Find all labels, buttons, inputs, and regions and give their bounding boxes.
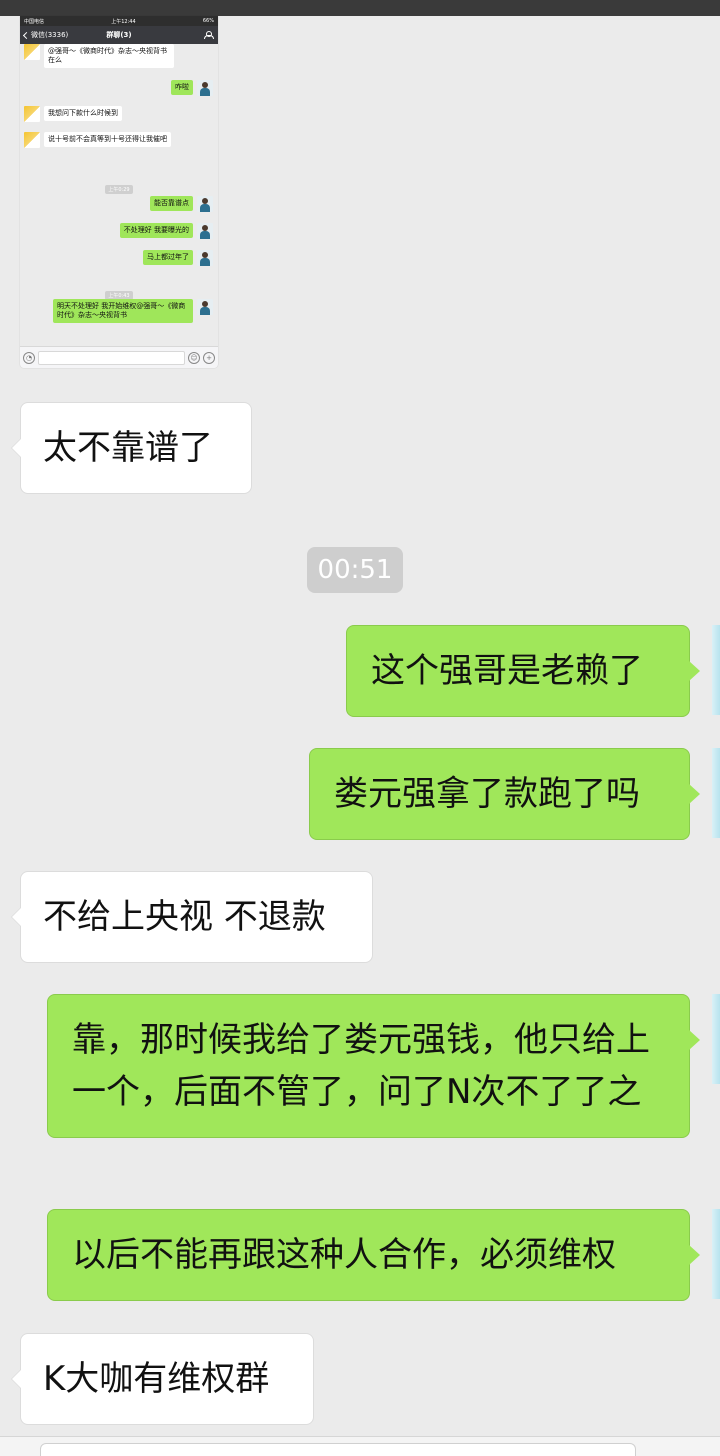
embedded-text-field [38,350,185,365]
embedded-screenshot-image[interactable]: 中国电信 上午12:44 66% 微信(3336) 群聊(3) @强哥～《微商时… [20,16,218,368]
message-input[interactable] [40,1443,636,1456]
embedded-message-text: @强哥～《微商时代》杂志～央视背书 在么 [44,44,174,68]
embedded-message: 能否靠谱点 [150,196,213,212]
message-text: 靠，那时候我给了娄元强钱，他只给上一个，后面不管了，问了N次不了了之 [72,1020,650,1112]
avatar [197,196,213,212]
embedded-timestamp: 上午0:29 [20,176,218,195]
embedded-message: 明天不处理好 我开始维权@强哥～《微商时代》杂志～央视背书 [53,299,213,323]
message-text: 以后不能再跟这种人合作，必须维权 [72,1235,616,1275]
embedded-message: @强哥～《微商时代》杂志～央视背书 在么 [24,44,174,68]
message-text: 这个强哥是老赖了 [371,651,643,691]
embedded-message-text: 咋啦 [171,80,193,95]
avatar[interactable] [712,1209,720,1299]
avatar [24,132,40,148]
avatar [197,299,213,315]
sent-message[interactable]: 这个强哥是老赖了 [346,625,700,717]
avatar [24,44,40,60]
message-text: 太不靠谱了 [43,428,213,468]
avatar [197,80,213,96]
chat-input-bar [0,1436,720,1456]
embedded-message-text: 我想问下款什么时候到 [44,106,122,121]
sent-message[interactable]: 靠，那时候我给了娄元强钱，他只给上一个，后面不管了，问了N次不了了之 [47,994,700,1138]
received-message[interactable]: K大咖有维权群 [11,1333,314,1425]
message-text: 不给上央视 不退款 [43,897,326,937]
embedded-message: 我想问下款什么时候到 [24,106,122,122]
embedded-back-button: 微信(3336) [22,30,69,40]
message-text: 娄元强拿了款跑了吗 [334,774,640,814]
emoji-icon: ☺ [188,351,200,364]
plus-icon: + [203,351,215,364]
sent-message[interactable]: 娄元强拿了款跑了吗 [309,748,700,840]
avatar [24,106,40,122]
embedded-message: 说十号前不会真等到十号还得让我催吧 [24,132,186,148]
embedded-nav-bar: 微信(3336) 群聊(3) [20,26,218,44]
embedded-message-text: 说十号前不会真等到十号还得让我催吧 [44,132,171,147]
voice-icon: ◔ [23,351,35,364]
embedded-message: 马上都过年了 [143,250,213,266]
top-status-strip [0,0,720,16]
embedded-message-text: 能否靠谱点 [150,196,193,211]
received-message[interactable]: 太不靠谱了 [11,402,252,494]
back-label: 微信(3336) [31,31,69,39]
embedded-message: 咋啦 [171,80,213,96]
chevron-left-icon [22,31,31,39]
message-text: K大咖有维权群 [43,1359,270,1399]
embedded-message: 不处理好 我要曝光的 [119,223,213,239]
clock-label: 上午12:44 [111,18,136,25]
embedded-message-text: 不处理好 我要曝光的 [119,223,193,238]
group-members-icon [204,31,214,39]
avatar [197,223,213,239]
embedded-message-text: 明天不处理好 我开始维权@强哥～《微商时代》杂志～央视背书 [53,299,193,323]
embedded-status-bar: 中国电信 上午12:44 66% [20,16,218,26]
received-message[interactable]: 不给上央视 不退款 [11,871,373,963]
embedded-input-bar: ◔ ☺ + [20,346,218,368]
carrier-label: 中国电信 [24,18,45,25]
avatar[interactable] [712,994,720,1084]
chat-timestamp: 00:51 [307,547,403,593]
avatar[interactable] [712,625,720,715]
sent-message[interactable]: 以后不能再跟这种人合作，必须维权 [47,1209,700,1301]
avatar[interactable] [712,748,720,838]
battery-label: 66% [202,18,214,24]
avatar [197,250,213,266]
embedded-message-text: 马上都过年了 [143,250,193,265]
